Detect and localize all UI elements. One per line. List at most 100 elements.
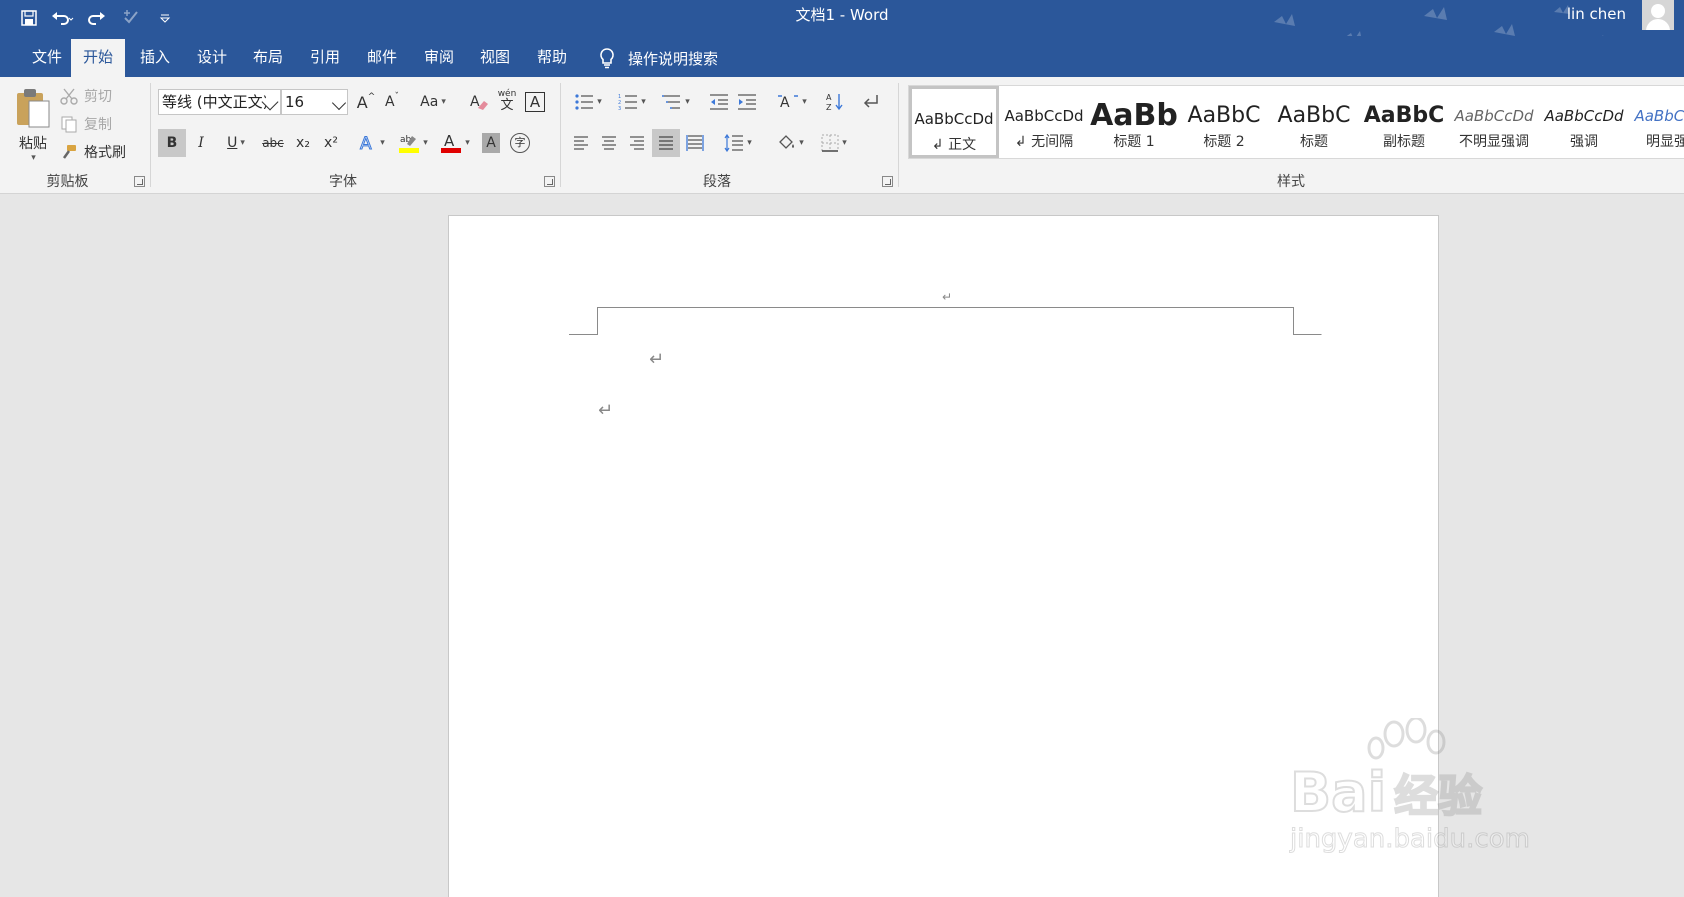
tell-me-search[interactable]: 操作说明搜索 (598, 39, 718, 77)
sort-button[interactable]: AZ (822, 89, 848, 115)
clipboard-icon (17, 89, 50, 128)
style-preview: AaBbCcDd (1634, 107, 1684, 125)
align-center-button[interactable] (596, 129, 622, 157)
paint-bucket-icon (779, 135, 795, 149)
show-marks-button[interactable] (858, 89, 884, 115)
justify-button[interactable] (652, 129, 680, 157)
character-border-button[interactable]: A (522, 89, 548, 115)
style-intense-emphasis[interactable]: AaBbCcDd 明显强调 (1629, 86, 1684, 158)
scissors-icon (60, 88, 78, 105)
style-subtle-emphasis[interactable]: AaBbCcDd 不明显强调 (1449, 86, 1539, 158)
tab-home[interactable]: 开始 (71, 39, 126, 77)
enclose-characters-button[interactable]: 字 (506, 129, 534, 157)
touch-mode-icon[interactable] (116, 4, 146, 32)
redo-icon[interactable] (82, 4, 112, 32)
increase-indent-button[interactable] (734, 89, 760, 115)
style-title[interactable]: AaBbC 标题 (1269, 86, 1359, 158)
shrink-font-button[interactable]: Aˇ (380, 89, 404, 115)
borders-button[interactable]: ▾ (814, 129, 854, 157)
paragraph-mark-icon (863, 95, 878, 108)
bullets-icon (575, 94, 594, 110)
svg-text:A: A (360, 134, 372, 153)
align-left-button[interactable] (568, 129, 594, 157)
bold-button[interactable]: B (158, 129, 186, 157)
cut-button[interactable]: 剪切 (60, 83, 124, 109)
avatar[interactable] (1642, 0, 1674, 30)
phonetic-guide-button[interactable]: wén 文 (494, 87, 520, 115)
style-heading-2[interactable]: AaBbC 标题 2 (1179, 86, 1269, 158)
tab-file[interactable]: 文件 (20, 39, 74, 77)
clear-formatting-button[interactable]: A (466, 89, 492, 115)
save-icon[interactable] (14, 4, 44, 32)
shading-button[interactable]: ▾ (770, 129, 810, 157)
style-no-spacing[interactable]: AaBbCcDd ↲ 无间隔 (999, 86, 1089, 158)
tab-design[interactable]: 设计 (185, 39, 239, 77)
align-center-icon (602, 136, 616, 150)
align-right-button[interactable] (624, 129, 650, 157)
character-shading-button[interactable]: A (478, 129, 504, 157)
style-emphasis[interactable]: AaBbCcDd 强调 (1539, 86, 1629, 158)
style-subtitle[interactable]: AaBbC 副标题 (1359, 86, 1449, 158)
svg-text:Z: Z (826, 103, 832, 112)
tab-mailings[interactable]: 邮件 (355, 39, 409, 77)
font-name-value: 等线 (中文正文) (162, 93, 269, 111)
line-spacing-button[interactable]: ▾ (718, 129, 758, 157)
font-launcher[interactable] (544, 176, 555, 187)
sort-icon: AZ (826, 93, 843, 112)
paste-label[interactable]: 粘贴 (10, 133, 56, 153)
multilevel-list-button[interactable]: ▾ (656, 89, 696, 115)
style-preview: AaBbC (1363, 103, 1445, 128)
chinese-layout-button[interactable]: A ▾ (772, 89, 812, 115)
change-case-button[interactable]: Aa ▾ (414, 89, 452, 115)
ribbon-home: 粘贴 ▾ 剪切 复制 格式刷 剪贴板 等线 (中文正文) 16 A ^ Aˇ Aa… (0, 77, 1684, 194)
font-size-combo[interactable]: 16 (281, 89, 348, 115)
tab-layout[interactable]: 布局 (241, 39, 295, 77)
superscript-button[interactable]: x² (318, 129, 344, 157)
watermark-url: jingyan.baidu.com (1290, 824, 1531, 855)
underline-button[interactable]: U ▾ (216, 129, 256, 157)
distributed-button[interactable] (682, 129, 708, 157)
copy-button[interactable]: 复制 (60, 111, 124, 137)
highlighter-icon: ab (399, 135, 420, 153)
font-name-combo[interactable]: 等线 (中文正文) (158, 89, 281, 115)
grow-font-button[interactable]: A ^ (354, 89, 378, 115)
decrease-indent-button[interactable] (706, 89, 732, 115)
style-preview: AaBb (1090, 98, 1178, 133)
style-name: 强调 (1570, 134, 1598, 150)
tab-help[interactable]: 帮助 (525, 39, 579, 77)
font-color-button[interactable]: A ▾ (436, 129, 474, 157)
change-case-label: Aa (420, 94, 439, 110)
customize-qat-icon[interactable] (150, 4, 180, 32)
align-left-icon (574, 136, 588, 150)
subscript-button[interactable]: x₂ (290, 129, 316, 157)
strikethrough-button[interactable]: abc (258, 129, 288, 157)
justify-icon (659, 136, 673, 150)
clipboard-launcher[interactable] (134, 176, 145, 187)
phonetic-bottom: 文 (500, 98, 514, 113)
styles-gallery: AaBbCcDd ↲ 正文 AaBbCcDd ↲ 无间隔 AaBb 标题 1 A… (908, 85, 1684, 159)
style-normal[interactable]: AaBbCcDd ↲ 正文 (909, 86, 999, 158)
styles-group-label: 样式 (1277, 174, 1305, 190)
format-painter-icon (62, 145, 76, 159)
style-preview: AaBbC (1277, 103, 1351, 128)
tab-insert[interactable]: 插入 (128, 39, 182, 77)
tab-review[interactable]: 审阅 (412, 39, 466, 77)
italic-button[interactable]: I (188, 129, 214, 157)
undo-icon[interactable] (48, 4, 78, 32)
bullets-button[interactable]: ▾ (568, 89, 608, 115)
text-effects-button[interactable]: A ▾ (354, 129, 390, 157)
tab-view[interactable]: 视图 (468, 39, 522, 77)
paragraph-launcher[interactable] (882, 176, 893, 187)
paste-dropdown[interactable]: ▾ (22, 151, 42, 165)
user-name[interactable]: lin chen (1567, 0, 1626, 30)
svg-text:A: A (826, 93, 832, 102)
text-effects-icon: A (360, 134, 373, 154)
paste-button[interactable] (10, 83, 56, 133)
tab-references[interactable]: 引用 (298, 39, 352, 77)
style-heading-1[interactable]: AaBb 标题 1 (1089, 86, 1179, 158)
format-painter-button[interactable]: 格式刷 (60, 139, 136, 165)
lightbulb-icon (600, 48, 614, 69)
style-name: 标题 2 (1203, 134, 1245, 150)
numbering-button[interactable]: 1 2 3 ▾ (612, 89, 652, 115)
highlight-color-button[interactable]: ab ▾ (394, 129, 432, 157)
